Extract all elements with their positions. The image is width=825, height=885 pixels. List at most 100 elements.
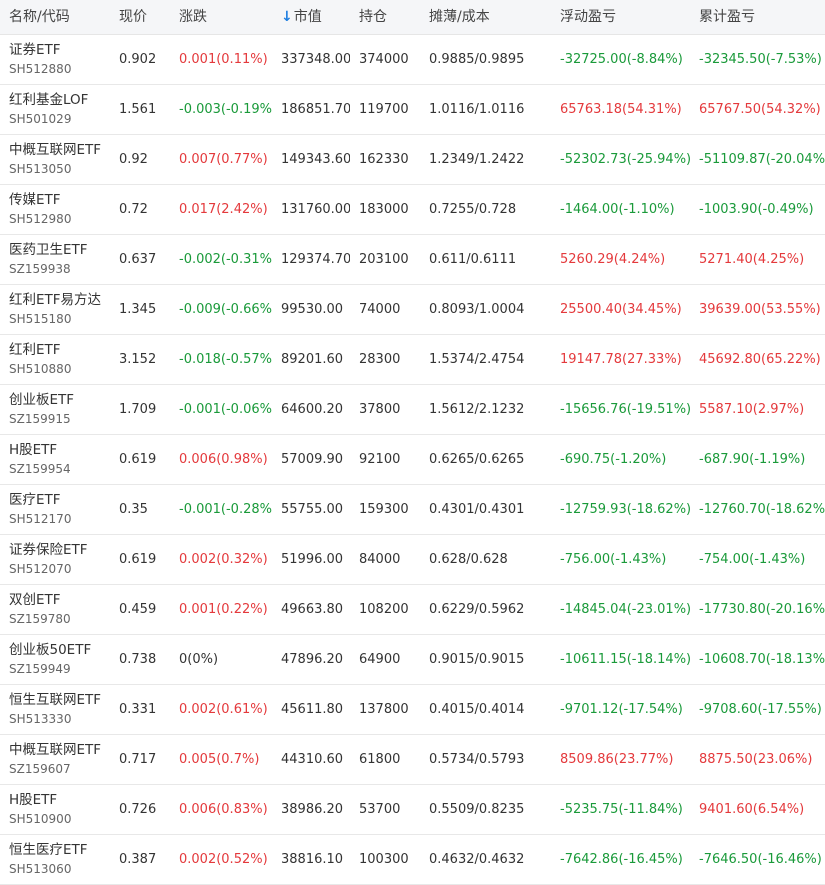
diluted-cost: 0.6265/0.6265 — [429, 452, 525, 467]
price-change: 0.001(0.22%) — [179, 602, 268, 617]
header-name-code[interactable]: 名称/代码 — [0, 0, 110, 26]
fund-code: SH512170 — [9, 512, 72, 526]
floating-pnl: 19147.78(27.33%) — [560, 352, 682, 367]
current-price: 0.717 — [119, 752, 157, 767]
header-holding[interactable]: 持仓 — [350, 0, 421, 26]
fund-code: SZ159954 — [9, 462, 71, 476]
market-value: 89201.60 — [281, 352, 344, 367]
price-change: -0.009(-0.66%) — [179, 302, 272, 317]
price-change: 0.005(0.7%) — [179, 752, 260, 767]
current-price: 0.726 — [119, 802, 157, 817]
fund-name-cell[interactable]: H股ETF SH510900 — [0, 791, 110, 828]
fund-code: SH513060 — [9, 862, 72, 876]
fund-name-cell[interactable]: 双创ETF SZ159780 — [0, 591, 110, 628]
price-change: 0.002(0.61%) — [179, 702, 268, 717]
fund-name: 恒生互联网ETF — [9, 692, 102, 708]
sort-desc-icon: ↓ — [281, 9, 293, 25]
floating-pnl: -9701.12(-17.54%) — [560, 702, 683, 717]
current-price: 0.72 — [119, 202, 148, 217]
fund-code: SZ159938 — [9, 262, 71, 276]
fund-name: 证券ETF — [9, 42, 61, 58]
fund-name-cell[interactable]: 中概互联网ETF SZ159607 — [0, 741, 110, 778]
header-floating-pnl[interactable]: 浮动盈亏 — [551, 0, 690, 26]
table-row[interactable]: H股ETF SH510900 0.726 0.006(0.83%) 38986.20 53… — [0, 785, 825, 835]
market-value: 47896.20 — [281, 652, 344, 667]
holding-quantity: 28300 — [359, 352, 401, 367]
price-change: -0.001(-0.06%) — [179, 402, 272, 417]
floating-pnl: 5260.29(4.24%) — [560, 252, 666, 267]
floating-pnl: -10611.15(-18.14%) — [560, 652, 690, 667]
fund-name: 中概互联网ETF — [9, 742, 102, 758]
fund-name-cell[interactable]: 证券ETF SH512880 — [0, 41, 110, 78]
market-value: 149343.60 — [281, 152, 350, 167]
fund-code: SH510880 — [9, 362, 72, 376]
price-change: 0.002(0.32%) — [179, 552, 268, 567]
table-row[interactable]: 医药卫生ETF SZ159938 0.637 -0.002(-0.31%) 129374… — [0, 235, 825, 285]
table-row[interactable]: 恒生互联网ETF SH513330 0.331 0.002(0.61%) 45611.8… — [0, 685, 825, 735]
fund-name-cell[interactable]: 恒生互联网ETF SH513330 — [0, 691, 110, 728]
diluted-cost: 0.4015/0.4014 — [429, 702, 525, 717]
market-value: 57009.90 — [281, 452, 344, 467]
table-row[interactable]: 医疗ETF SH512170 0.35 -0.001(-0.28%) 55755.00 1… — [0, 485, 825, 535]
floating-pnl: 65763.18(54.31%) — [560, 102, 682, 117]
cumulative-pnl: -687.90(-1.19%) — [699, 452, 806, 467]
holding-quantity: 61800 — [359, 752, 401, 767]
diluted-cost: 0.5509/0.8235 — [429, 802, 525, 817]
diluted-cost: 1.5612/2.1232 — [429, 402, 525, 417]
holding-quantity: 183000 — [359, 202, 409, 217]
table-row[interactable]: 证券ETF SH512880 0.902 0.001(0.11%) 337348.00 3… — [0, 35, 825, 85]
header-price[interactable]: 现价 — [110, 0, 171, 26]
table-row[interactable]: 证券保险ETF SH512070 0.619 0.002(0.32%) 51996.00… — [0, 535, 825, 585]
fund-name-cell[interactable]: 证券保险ETF SH512070 — [0, 541, 110, 578]
fund-name-cell[interactable]: 医疗ETF SH512170 — [0, 491, 110, 528]
table-row[interactable]: H股ETF SZ159954 0.619 0.006(0.98%) 57009.90 92… — [0, 435, 825, 485]
table-row[interactable]: 恒生医疗ETF SH513060 0.387 0.002(0.52%) 38816.10… — [0, 835, 825, 885]
cumulative-pnl: 39639.00(53.55%) — [699, 302, 821, 317]
diluted-cost: 1.5374/2.4754 — [429, 352, 525, 367]
fund-name-cell[interactable]: 红利基金LOF SH501029 — [0, 91, 110, 128]
table-row[interactable]: 红利ETF SH510880 3.152 -0.018(-0.57%) 89201.60… — [0, 335, 825, 385]
table-row[interactable]: 创业板50ETF SZ159949 0.738 0(0%) 47896.20 64900 0… — [0, 635, 825, 685]
current-price: 0.902 — [119, 52, 157, 67]
header-market-value[interactable]: ↓市值 — [272, 0, 350, 26]
diluted-cost: 1.2349/1.2422 — [429, 152, 525, 167]
diluted-cost: 0.5734/0.5793 — [429, 752, 525, 767]
fund-name-cell[interactable]: 传媒ETF SH512980 — [0, 191, 110, 228]
header-cost[interactable]: 摊薄/成本 — [421, 0, 551, 26]
table-row[interactable]: 中概互联网ETF SZ159607 0.717 0.005(0.7%) 44310.60… — [0, 735, 825, 785]
fund-name-cell[interactable]: 中概互联网ETF SH513050 — [0, 141, 110, 178]
table-row[interactable]: 双创ETF SZ159780 0.459 0.001(0.22%) 49663.80 10… — [0, 585, 825, 635]
market-value: 64600.20 — [281, 402, 344, 417]
table-row[interactable]: 红利ETF易方达 SH515180 1.345 -0.009(-0.66%) 99530… — [0, 285, 825, 335]
fund-name-cell[interactable]: 恒生医疗ETF SH513060 — [0, 841, 110, 878]
cumulative-pnl: 8875.50(23.06%) — [699, 752, 813, 767]
fund-name-cell[interactable]: 创业板50ETF SZ159949 — [0, 641, 110, 678]
fund-name-cell[interactable]: H股ETF SZ159954 — [0, 441, 110, 478]
header-cumulative-pnl[interactable]: 累计盈亏 — [690, 0, 825, 26]
cumulative-pnl: -10608.70(-18.13%) — [699, 652, 825, 667]
holdings-table: 名称/代码 现价 涨跌 ↓市值 持仓 摊薄/成本 浮动盈亏 累计盈亏 证券ETF… — [0, 0, 825, 885]
market-value: 55755.00 — [281, 502, 344, 517]
fund-name-cell[interactable]: 医药卫生ETF SZ159938 — [0, 241, 110, 278]
diluted-cost: 0.7255/0.728 — [429, 202, 517, 217]
price-change: -0.003(-0.19%) — [179, 102, 272, 117]
table-row[interactable]: 传媒ETF SH512980 0.72 0.017(2.42%) 131760.00 18… — [0, 185, 825, 235]
fund-name-cell[interactable]: 红利ETF SH510880 — [0, 341, 110, 378]
header-change[interactable]: 涨跌 — [171, 0, 272, 26]
holding-quantity: 74000 — [359, 302, 401, 317]
fund-code: SH501029 — [9, 112, 72, 126]
cumulative-pnl: -51109.87(-20.04%) — [699, 152, 825, 167]
current-price: 1.345 — [119, 302, 157, 317]
current-price: 0.387 — [119, 852, 157, 867]
fund-name-cell[interactable]: 创业板ETF SZ159915 — [0, 391, 110, 428]
floating-pnl: -14845.04(-23.01%) — [560, 602, 690, 617]
cumulative-pnl: -17730.80(-20.16%) — [699, 602, 825, 617]
table-row[interactable]: 中概互联网ETF SH513050 0.92 0.007(0.77%) 149343.6… — [0, 135, 825, 185]
table-row[interactable]: 创业板ETF SZ159915 1.709 -0.001(-0.06%) 64600.2… — [0, 385, 825, 435]
fund-name-cell[interactable]: 红利ETF易方达 SH515180 — [0, 291, 110, 328]
cumulative-pnl: 5271.40(4.25%) — [699, 252, 805, 267]
fund-name: 创业板50ETF — [9, 642, 92, 658]
floating-pnl: -15656.76(-19.51%) — [560, 402, 690, 417]
table-row[interactable]: 红利基金LOF SH501029 1.561 -0.003(-0.19%) 186851… — [0, 85, 825, 135]
fund-name: 证券保险ETF — [9, 542, 88, 558]
